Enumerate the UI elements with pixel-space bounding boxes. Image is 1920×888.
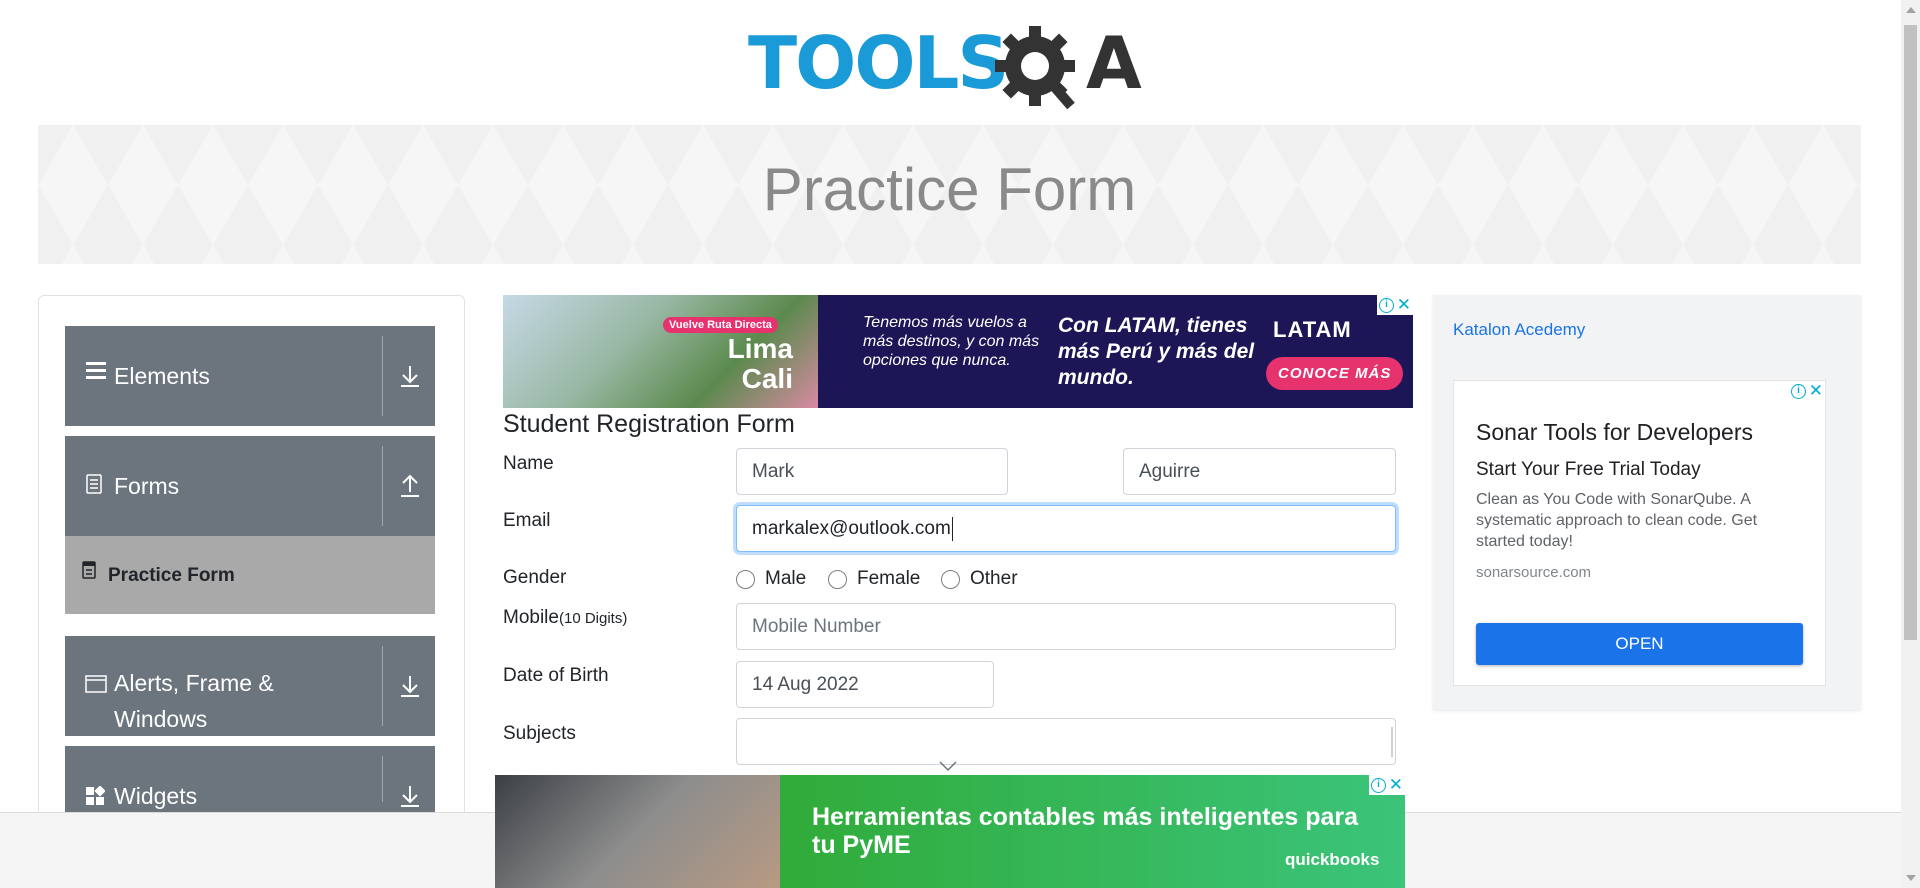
dob-label: Date of Birth bbox=[503, 665, 609, 686]
ad-close-icon[interactable]: ✕ bbox=[1397, 296, 1411, 313]
svg-text:A: A bbox=[1086, 21, 1142, 105]
toolsqa-logo[interactable]: TOOLS A bbox=[748, 18, 1153, 114]
first-name-input[interactable]: Mark bbox=[736, 448, 1008, 495]
mobile-input[interactable]: Mobile Number bbox=[736, 603, 1396, 650]
sidebar-group-label-line2: Windows bbox=[114, 706, 208, 732]
quickbooks-logo: quickbooks bbox=[1285, 850, 1380, 869]
download-arrow-icon[interactable] bbox=[395, 671, 425, 701]
ad-url[interactable]: sonarsource.com bbox=[1476, 564, 1591, 581]
sonar-ad-card[interactable]: i ✕ Sonar Tools for Developers Start You… bbox=[1453, 380, 1826, 686]
latam-logo: LATAM bbox=[1273, 317, 1352, 342]
scrollbar-thumb[interactable] bbox=[1904, 25, 1917, 640]
divider bbox=[382, 646, 383, 726]
mobile-label: Mobile(10 Digits) bbox=[503, 607, 627, 629]
sidebar-group-label: Elements bbox=[114, 363, 210, 389]
ad-body: Clean as You Code with SonarQube. A syst… bbox=[1476, 491, 1758, 550]
text-caret bbox=[951, 516, 953, 541]
radio-label: Other bbox=[970, 568, 1018, 589]
adchoices-info-icon[interactable]: i bbox=[1791, 383, 1806, 399]
sidebar-group-widgets[interactable]: Widgets bbox=[65, 746, 435, 812]
ad-close-icon[interactable]: ✕ bbox=[1389, 776, 1403, 793]
divider bbox=[382, 756, 383, 802]
gender-radio-female[interactable]: Female bbox=[828, 568, 920, 590]
last-name-input[interactable]: Aguirre bbox=[1123, 448, 1396, 495]
sidebar-item-practice-form[interactable]: Practice Form bbox=[65, 536, 435, 614]
sidebar-group-elements[interactable]: Elements bbox=[65, 326, 435, 426]
radio-circle[interactable] bbox=[941, 569, 960, 589]
ad-headline[interactable]: Sonar Tools for Developers bbox=[1476, 419, 1753, 446]
form-title: Student Registration Form bbox=[503, 410, 795, 438]
divider bbox=[382, 336, 383, 416]
svg-text:TOOLS: TOOLS bbox=[748, 21, 1007, 105]
email-value: markalex@outlook.com bbox=[752, 517, 951, 539]
ad-text-1: Tenemos más vuelos a más destinos, y con… bbox=[863, 314, 1040, 369]
sidebar-group-alerts[interactable]: Alerts, Frame & Windows bbox=[65, 636, 435, 736]
download-arrow-icon[interactable] bbox=[395, 361, 425, 391]
radio-circle[interactable] bbox=[828, 569, 847, 589]
gender-radio-male[interactable]: Male bbox=[736, 568, 806, 590]
ad-subheadline: Start Your Free Trial Today bbox=[1476, 459, 1701, 480]
gender-label: Gender bbox=[503, 567, 567, 588]
ad-city-2: Cali bbox=[741, 363, 793, 394]
ad-route-badge: Vuelve Ruta Directa Lima Cali bbox=[663, 315, 793, 393]
katalon-image-link[interactable]: Katalon Acedemy bbox=[1453, 320, 1585, 340]
widgets-icon bbox=[85, 785, 106, 812]
scroll-up-arrow-icon[interactable] bbox=[1906, 7, 1916, 13]
sidebar-group-label: Widgets bbox=[114, 783, 198, 809]
divider bbox=[382, 446, 383, 526]
radio-label: Female bbox=[857, 568, 921, 589]
email-input[interactable]: markalex@outlook.com bbox=[736, 505, 1396, 552]
adchoices-info-icon[interactable]: i bbox=[1379, 297, 1394, 313]
right-ad-panel: Katalon Acedemy i ✕ Sonar Tools for Deve… bbox=[1433, 295, 1861, 710]
adchoices-info-icon[interactable]: i bbox=[1371, 777, 1386, 793]
mobile-label-hint: (10 Digits) bbox=[558, 610, 628, 627]
adchoices[interactable]: i ✕ bbox=[1369, 775, 1405, 795]
name-label: Name bbox=[503, 453, 554, 474]
ad-text-2: Con LATAM, tienes más Perú y más del mun… bbox=[1058, 314, 1255, 389]
window-icon bbox=[85, 674, 107, 700]
ad-city-1: Lima bbox=[727, 333, 793, 364]
document-icon bbox=[85, 474, 103, 500]
sidebar-group-label: Alerts, Frame & bbox=[114, 670, 274, 696]
gender-radio-other[interactable]: Other bbox=[941, 568, 1018, 590]
ad-photo bbox=[495, 775, 780, 888]
sidebar-group-label: Forms bbox=[114, 473, 180, 499]
quickbooks-ad-banner[interactable]: Herramientas contables más inteligentes … bbox=[495, 775, 1405, 888]
download-arrow-icon[interactable] bbox=[395, 781, 425, 811]
open-button[interactable]: OPEN bbox=[1476, 623, 1803, 665]
subjects-label: Subjects bbox=[503, 723, 576, 744]
page-title: Practice Form bbox=[762, 156, 1137, 223]
subjects-input[interactable] bbox=[736, 718, 1396, 765]
input-scroll-indicator bbox=[1391, 727, 1393, 757]
sidebar-item-label: Practice Form bbox=[108, 565, 235, 586]
ad-tag: Vuelve Ruta Directa bbox=[663, 317, 778, 333]
hamburger-icon bbox=[85, 359, 107, 387]
mobile-label-text: Mobile bbox=[503, 607, 559, 628]
upload-arrow-icon[interactable] bbox=[395, 471, 425, 501]
scroll-down-arrow-icon[interactable] bbox=[1906, 875, 1916, 881]
radio-label: Male bbox=[765, 568, 807, 589]
form-icon bbox=[82, 561, 96, 579]
adchoices[interactable]: i ✕ bbox=[1789, 381, 1825, 401]
latam-ad-banner[interactable]: Vuelve Ruta Directa Lima Cali Tenemos má… bbox=[503, 295, 1413, 408]
radio-circle[interactable] bbox=[736, 569, 755, 589]
ad-close-icon[interactable]: ✕ bbox=[1809, 382, 1823, 399]
adchoices[interactable]: i ✕ bbox=[1377, 295, 1413, 315]
ad-cta-button[interactable]: CONOCE MÁS bbox=[1266, 357, 1404, 390]
sidebar-group-forms[interactable]: Forms bbox=[65, 436, 435, 536]
email-label: Email bbox=[503, 510, 551, 531]
date-of-birth-input[interactable]: 14 Aug 2022 bbox=[736, 661, 994, 708]
page-banner: Practice Form bbox=[38, 125, 1861, 264]
page-scrollbar[interactable] bbox=[1901, 0, 1920, 888]
